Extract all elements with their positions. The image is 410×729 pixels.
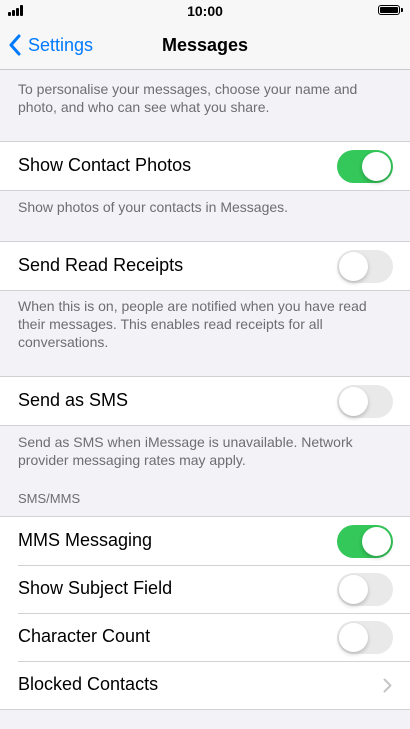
group-send-as-sms: Send as SMS bbox=[0, 376, 410, 426]
row-mms-messaging: MMS Messaging bbox=[0, 517, 410, 565]
group-read-receipts: Send Read Receipts bbox=[0, 241, 410, 291]
show-contact-photos-footer: Show photos of your contacts in Messages… bbox=[18, 199, 289, 215]
mms-messaging-label: MMS Messaging bbox=[18, 530, 153, 550]
page-title: Messages bbox=[161, 35, 249, 55]
blocked-contacts-label: Blocked Contacts bbox=[18, 674, 159, 694]
send-read-receipts-toggle[interactable] bbox=[337, 250, 393, 283]
chevron-right-icon bbox=[383, 678, 392, 693]
show-subject-field-label: Show Subject Field bbox=[18, 578, 173, 598]
show-subject-field-toggle[interactable] bbox=[337, 573, 393, 606]
status-time: 10:00 bbox=[187, 3, 223, 19]
row-show-contact-photos: Show Contact Photos bbox=[0, 142, 410, 190]
character-count-label: Character Count bbox=[18, 626, 151, 646]
send-read-receipts-footer: When this is on, people are notified whe… bbox=[18, 298, 367, 350]
row-send-as-sms: Send as SMS bbox=[0, 377, 410, 425]
sms-mms-section-header: SMS/MMS bbox=[18, 491, 81, 506]
row-character-count: Character Count bbox=[0, 613, 410, 661]
intro-text: To personalise your messages, choose you… bbox=[18, 81, 358, 115]
character-count-toggle[interactable] bbox=[337, 621, 393, 654]
send-as-sms-label: Send as SMS bbox=[18, 390, 129, 410]
send-as-sms-toggle[interactable] bbox=[337, 385, 393, 418]
row-send-read-receipts: Send Read Receipts bbox=[0, 242, 410, 290]
show-contact-photos-label: Show Contact Photos bbox=[18, 155, 192, 175]
battery-icon bbox=[378, 5, 403, 15]
mms-messaging-toggle[interactable] bbox=[337, 525, 393, 558]
row-blocked-contacts[interactable]: Blocked Contacts bbox=[0, 661, 410, 709]
group-sms-mms: MMS Messaging Show Subject Field Charact… bbox=[0, 516, 410, 710]
navigation-bar: Settings Messages bbox=[0, 22, 410, 70]
send-as-sms-footer: Send as SMS when iMessage is unavailable… bbox=[18, 434, 353, 468]
show-contact-photos-toggle[interactable] bbox=[337, 150, 393, 183]
group-contact-photos: Show Contact Photos bbox=[0, 141, 410, 191]
status-bar: 10:00 bbox=[0, 0, 410, 22]
row-show-subject-field: Show Subject Field bbox=[0, 565, 410, 613]
send-read-receipts-label: Send Read Receipts bbox=[18, 255, 184, 275]
